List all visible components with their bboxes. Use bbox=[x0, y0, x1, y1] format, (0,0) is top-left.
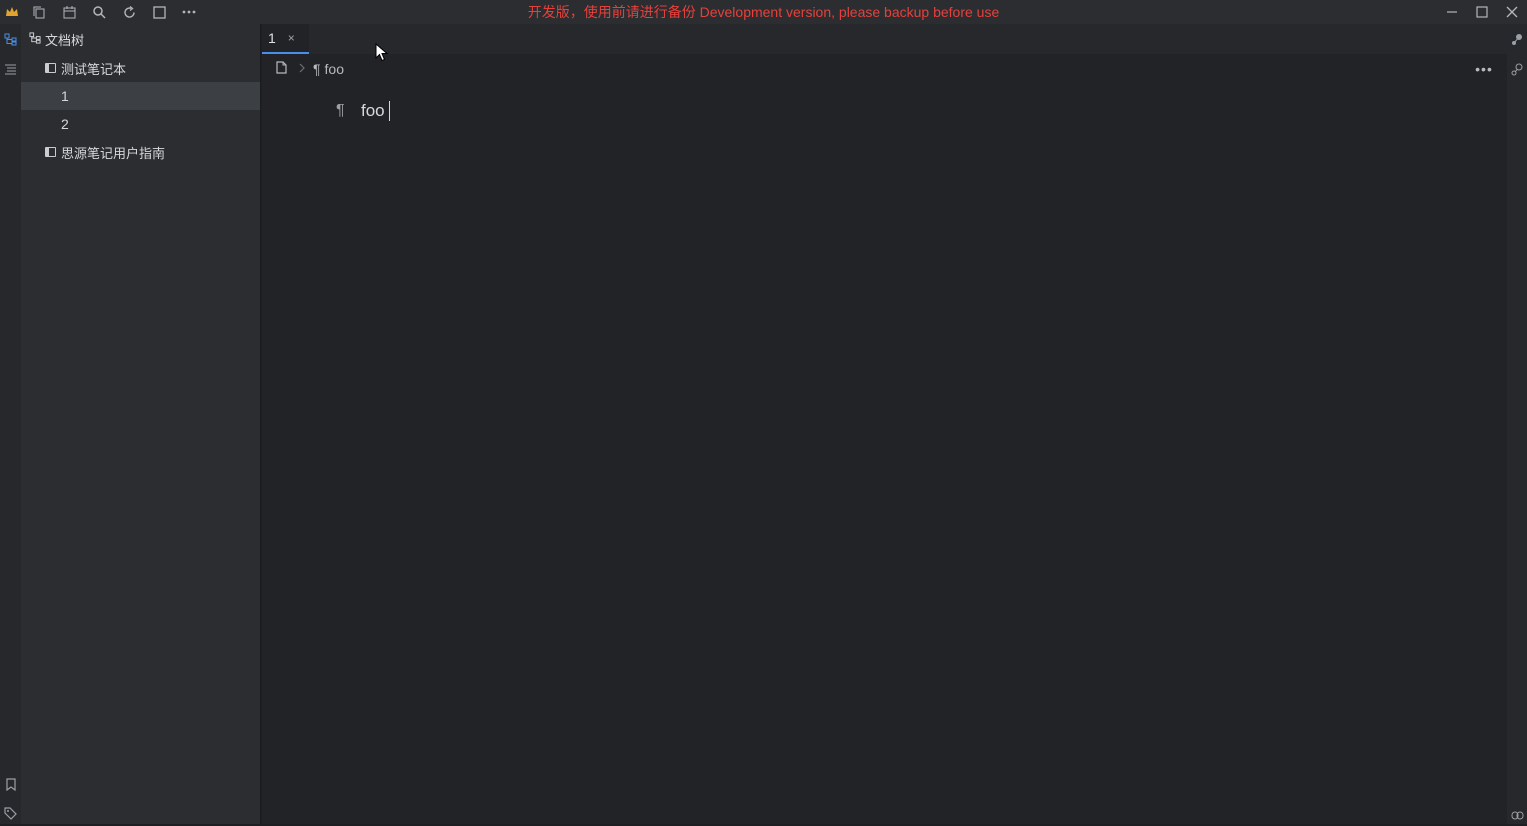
tab-bar: 1 × bbox=[262, 24, 1507, 54]
file-tree-title: 文档树 bbox=[45, 32, 85, 48]
fullscreen-icon[interactable] bbox=[144, 0, 174, 24]
file-tree-panel: 文档树 测试笔记本 1 2 思源笔记用户指南 bbox=[21, 24, 261, 824]
notebook-icon bbox=[45, 63, 56, 73]
calendar-icon[interactable] bbox=[54, 0, 84, 24]
app-logo-icon[interactable] bbox=[0, 0, 24, 24]
notebook-item[interactable]: 测试笔记本 bbox=[21, 54, 260, 82]
mouse-cursor-icon bbox=[375, 43, 389, 62]
close-icon[interactable] bbox=[1497, 0, 1527, 24]
document-icon[interactable] bbox=[276, 61, 287, 77]
paragraph-handle-icon[interactable]: ¶ bbox=[336, 102, 350, 120]
file-tree-icon bbox=[29, 31, 41, 47]
doc-label: 1 bbox=[61, 88, 69, 104]
graph-view-icon[interactable] bbox=[1507, 28, 1527, 50]
editor-area: 1 × ¶ foo ••• ¶ foo bbox=[262, 24, 1507, 824]
maximize-icon[interactable] bbox=[1467, 0, 1497, 24]
editor-content[interactable]: ¶ foo bbox=[262, 84, 1507, 124]
tab-close-icon[interactable]: × bbox=[288, 31, 295, 45]
breadcrumb-item[interactable]: foo bbox=[325, 61, 344, 77]
notebook-label: 测试笔记本 bbox=[61, 61, 127, 77]
notebook-item[interactable]: 思源笔记用户指南 bbox=[21, 138, 260, 166]
paragraph-block[interactable]: ¶ foo bbox=[336, 98, 1507, 124]
tab-doc[interactable]: 1 × bbox=[262, 24, 309, 54]
tab-label: 1 bbox=[268, 30, 276, 46]
notebook-label: 思源笔记用户指南 bbox=[61, 145, 166, 161]
backlink-icon[interactable] bbox=[1507, 804, 1527, 826]
notebook-icon bbox=[45, 147, 56, 157]
doc-item[interactable]: 2 bbox=[21, 110, 260, 138]
dev-version-warning: 开发版，使用前请进行备份 Development version, please… bbox=[527, 4, 1000, 20]
doc-label: 2 bbox=[61, 116, 69, 132]
paragraph-icon: ¶ bbox=[313, 61, 321, 77]
file-tree-icon[interactable] bbox=[0, 28, 21, 50]
right-dock bbox=[1507, 24, 1527, 824]
copy-icon[interactable] bbox=[24, 0, 54, 24]
more-icon[interactable] bbox=[174, 0, 204, 24]
breadcrumb: ¶ foo ••• bbox=[262, 54, 1507, 84]
left-dock bbox=[0, 24, 21, 824]
global-graph-icon[interactable] bbox=[1507, 58, 1527, 80]
toolbar bbox=[0, 0, 204, 24]
title-bar: 开发版，使用前请进行备份 Development version, please… bbox=[0, 0, 1527, 24]
window-controls bbox=[1437, 0, 1527, 24]
outline-icon[interactable] bbox=[0, 58, 21, 80]
bookmark-icon[interactable] bbox=[0, 773, 21, 795]
more-options-button[interactable]: ••• bbox=[1473, 59, 1495, 79]
block-text[interactable]: foo bbox=[361, 101, 385, 121]
search-icon[interactable] bbox=[84, 0, 114, 24]
text-caret bbox=[388, 101, 390, 121]
tag-icon[interactable] bbox=[0, 802, 21, 824]
chevron-right-icon bbox=[299, 62, 305, 76]
sync-icon[interactable] bbox=[114, 0, 144, 24]
file-tree-header: 文档树 bbox=[21, 24, 260, 54]
doc-item[interactable]: 1 bbox=[21, 82, 260, 110]
minimize-icon[interactable] bbox=[1437, 0, 1467, 24]
